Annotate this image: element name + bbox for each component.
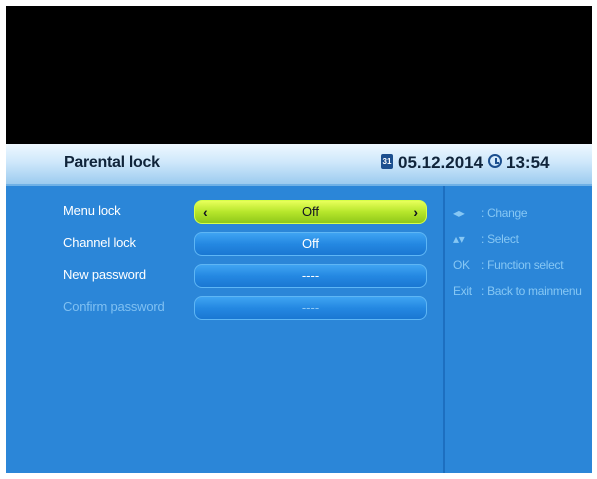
new-password-field[interactable]: ---- <box>194 264 427 288</box>
ok-key-label: OK <box>453 258 470 272</box>
help-function-select: OK : Function select <box>453 258 564 272</box>
time-display: 13:54 <box>506 153 550 172</box>
clock-icon <box>488 154 502 168</box>
chevron-left-icon[interactable]: ‹ <box>203 201 208 223</box>
exit-key-label: Exit <box>453 284 472 298</box>
help-exit: Exit : Back to mainmenu <box>453 284 582 298</box>
new-password-value: ---- <box>301 268 320 283</box>
left-right-arrows-icon: ◂▸ <box>453 206 465 220</box>
help-select-text: : Select <box>481 232 519 246</box>
panel-divider <box>443 186 445 473</box>
help-function-select-text: : Function select <box>481 258 564 272</box>
date-display: 05.12.2014 <box>398 153 484 172</box>
menu-lock-selector[interactable]: ‹ Off › <box>194 200 427 224</box>
help-change-text: : Change <box>481 206 528 220</box>
channel-lock-value: Off <box>301 236 320 251</box>
confirm-password-value: ---- <box>301 300 320 315</box>
confirm-password-field[interactable]: ---- <box>194 296 427 320</box>
help-exit-text: : Back to mainmenu <box>481 284 582 298</box>
tv-screen: Parental lock 31 05.12.2014 13:54 Menu l… <box>6 6 592 473</box>
menu-lock-value: Off <box>301 204 320 219</box>
channel-lock-selector[interactable]: Off <box>194 232 427 256</box>
calendar-icon: 31 <box>381 154 393 169</box>
confirm-password-label: Confirm password <box>63 299 165 314</box>
parental-lock-panel: Parental lock 31 05.12.2014 13:54 Menu l… <box>6 144 592 473</box>
channel-lock-label: Channel lock <box>63 235 136 250</box>
help-select: ▴▾ : Select <box>453 232 519 246</box>
help-change: ◂▸ : Change <box>453 206 528 220</box>
page-title: Parental lock <box>64 154 160 171</box>
menu-lock-label: Menu lock <box>63 203 121 218</box>
new-password-label: New password <box>63 267 146 282</box>
chevron-right-icon[interactable]: › <box>413 201 418 223</box>
header-bar: Parental lock 31 05.12.2014 13:54 <box>6 144 592 186</box>
up-down-arrows-icon: ▴▾ <box>453 232 465 246</box>
